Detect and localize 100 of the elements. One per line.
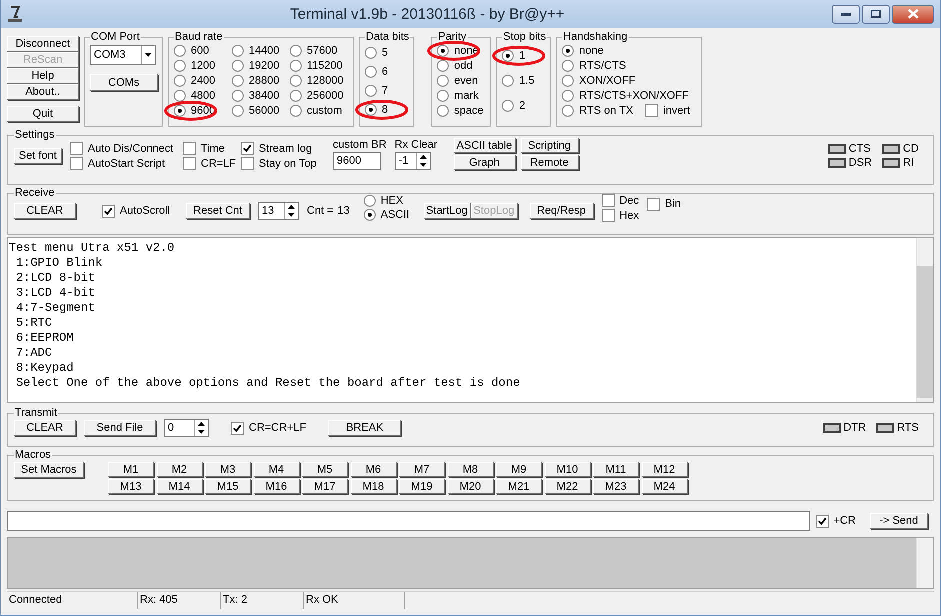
macro-button[interactable]: M6 — [350, 462, 396, 477]
checkbox[interactable] — [70, 157, 83, 170]
radio-button[interactable] — [437, 44, 450, 56]
radio-button[interactable] — [232, 74, 244, 86]
rx-clear-spinner[interactable]: -1 — [394, 152, 431, 170]
checkbox[interactable] — [231, 422, 244, 434]
scrollbar[interactable] — [916, 238, 933, 402]
macro-button[interactable]: M18 — [350, 479, 396, 494]
macro-button[interactable]: M22 — [544, 479, 590, 494]
radio-button[interactable] — [365, 104, 377, 116]
radio-button[interactable] — [502, 50, 514, 62]
port-dropdown[interactable]: COM3 — [90, 45, 156, 65]
break-button[interactable]: BREAK — [328, 420, 402, 436]
radio-button[interactable] — [290, 60, 302, 72]
macro-button[interactable]: M3 — [205, 462, 251, 477]
macro-button[interactable]: M23 — [593, 479, 639, 494]
send-button[interactable]: -> Send — [870, 513, 928, 529]
file-spinner[interactable]: 0 — [164, 419, 209, 437]
radio-button[interactable] — [437, 74, 450, 86]
macro-button[interactable]: M20 — [448, 479, 494, 494]
radio-button[interactable] — [290, 44, 302, 56]
maximize-button[interactable] — [862, 4, 890, 24]
radio-button[interactable] — [562, 44, 574, 56]
checkbox[interactable] — [183, 142, 196, 155]
radio-button[interactable] — [364, 195, 376, 207]
macro-button[interactable]: M14 — [156, 479, 202, 494]
close-button[interactable] — [892, 4, 934, 24]
macro-button[interactable]: M13 — [108, 479, 154, 494]
set-font-button[interactable]: Set font — [14, 148, 62, 164]
minimize-button[interactable] — [832, 4, 860, 24]
macro-button[interactable]: M24 — [642, 479, 688, 494]
req-resp-button[interactable]: Req/Resp — [530, 203, 594, 219]
clear-button[interactable]: CLEAR — [14, 203, 76, 219]
radio-button[interactable] — [365, 46, 377, 58]
clear-button[interactable]: CLEAR — [14, 420, 76, 436]
checkbox[interactable] — [102, 204, 115, 218]
macro-button[interactable]: M16 — [254, 479, 300, 494]
macro-button[interactable]: M10 — [544, 462, 590, 477]
checkbox[interactable] — [241, 157, 254, 170]
log-button[interactable]: StartLog — [424, 203, 471, 219]
macro-button[interactable]: M17 — [302, 479, 348, 494]
coms-button[interactable]: COMs — [90, 74, 158, 91]
checkbox[interactable] — [183, 157, 196, 170]
radio-button[interactable] — [562, 104, 574, 116]
checkbox[interactable] — [816, 514, 829, 528]
macro-button[interactable]: M19 — [399, 479, 445, 494]
radio-button[interactable] — [364, 209, 376, 221]
checkbox[interactable] — [645, 104, 658, 117]
radio-button[interactable] — [232, 44, 244, 56]
quit-button[interactable]: Quit — [7, 106, 79, 122]
checkbox[interactable] — [602, 194, 615, 207]
reset-count-button[interactable]: Reset Cnt — [186, 203, 250, 219]
macro-button[interactable]: M1 — [108, 462, 154, 477]
custom-baud-field[interactable]: 9600 — [333, 152, 381, 170]
side-button[interactable]: Help — [7, 68, 79, 84]
macro-button[interactable]: M7 — [399, 462, 445, 477]
settings-button[interactable]: Graph — [454, 155, 516, 170]
radio-button[interactable] — [562, 90, 574, 102]
settings-button[interactable]: ASCII table — [454, 138, 516, 153]
radio-button[interactable] — [174, 74, 186, 86]
radio-button[interactable] — [232, 90, 244, 102]
side-button[interactable]: Disconnect — [7, 36, 79, 52]
macro-button[interactable]: M4 — [254, 462, 300, 477]
radio-button[interactable] — [290, 104, 302, 116]
radio-button[interactable] — [174, 44, 186, 56]
radio-button[interactable] — [437, 60, 450, 72]
radio-button[interactable] — [437, 104, 450, 116]
macro-button[interactable]: M2 — [156, 462, 202, 477]
macro-button[interactable]: M8 — [448, 462, 494, 477]
macro-button[interactable]: M21 — [496, 479, 542, 494]
radio-button[interactable] — [290, 90, 302, 102]
radio-button[interactable] — [174, 60, 186, 72]
checkbox[interactable] — [241, 142, 254, 155]
count-spinner[interactable]: 13 — [258, 202, 299, 220]
radio-button[interactable] — [437, 90, 450, 102]
radio-button[interactable] — [365, 66, 377, 78]
radio-button[interactable] — [502, 74, 514, 86]
set-macros-button[interactable]: Set Macros — [14, 462, 84, 478]
side-button[interactable]: About.. — [7, 84, 79, 100]
checkbox[interactable] — [70, 142, 83, 155]
send-input[interactable] — [7, 511, 810, 531]
radio-button[interactable] — [365, 84, 377, 96]
settings-button[interactable]: Scripting — [520, 138, 579, 153]
checkbox[interactable] — [647, 198, 660, 210]
macro-button[interactable]: M12 — [642, 462, 688, 477]
settings-button[interactable]: Remote — [520, 155, 579, 170]
radio-button[interactable] — [232, 60, 244, 72]
macro-button[interactable]: M9 — [496, 462, 542, 477]
checkbox[interactable] — [602, 209, 615, 222]
macro-button[interactable]: M11 — [593, 462, 639, 477]
macro-button[interactable]: M5 — [302, 462, 348, 477]
radio-button[interactable] — [290, 74, 302, 86]
radio-button[interactable] — [174, 90, 186, 102]
radio-button[interactable] — [232, 104, 244, 116]
radio-button[interactable] — [174, 104, 186, 116]
send-file-button[interactable]: Send File — [84, 420, 156, 436]
radio-button[interactable] — [562, 74, 574, 86]
macro-button[interactable]: M15 — [205, 479, 251, 494]
radio-button[interactable] — [502, 100, 514, 112]
radio-button[interactable] — [562, 60, 574, 72]
